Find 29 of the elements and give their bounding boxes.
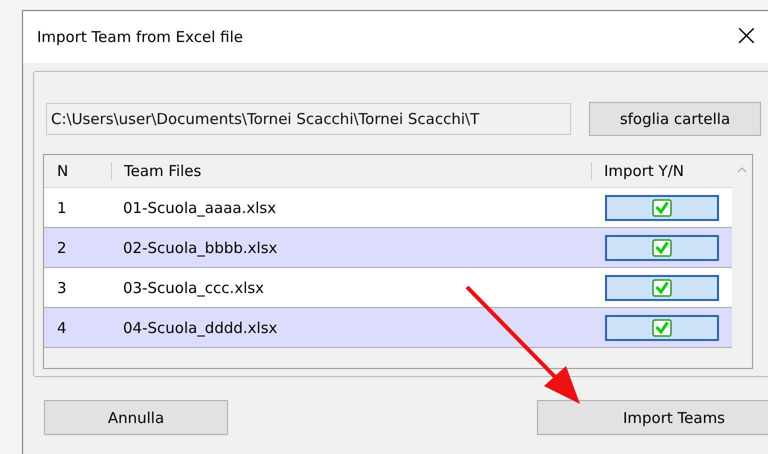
import-teams-button[interactable]: Import Teams bbox=[537, 400, 768, 435]
column-header[interactable]: Import Y/N bbox=[591, 162, 732, 180]
table-row[interactable]: 2 02-Scuola_bbbb.xlsx bbox=[44, 228, 732, 268]
table-cell-text: 02-Scuola_bbbb.xlsx bbox=[122, 238, 278, 256]
table-cell-text: 04-Scuola_dddd.xlsx bbox=[122, 318, 278, 336]
table-row[interactable]: 4 04-Scuola_dddd.xlsx bbox=[44, 308, 732, 348]
table-cell-text: 03-Scuola_ccc.xlsx bbox=[122, 278, 266, 296]
folder-path-field[interactable]: C:\Users\user\Documents\Tornei Scacchi\Tornei Scacchi\T bbox=[46, 103, 571, 135]
table-cell-text: 1 bbox=[56, 198, 68, 216]
checkbox-cell[interactable] bbox=[604, 234, 718, 260]
table-cell-text: 2 bbox=[56, 238, 68, 256]
browse-folder-button[interactable]: sfoglia cartella bbox=[589, 102, 761, 136]
table-cell-text: 01-Scuola_aaaa.xlsx bbox=[122, 198, 278, 216]
checkbox[interactable] bbox=[652, 198, 672, 216]
close-button[interactable]: × bbox=[734, 18, 768, 56]
table-row[interactable]: 1 01-Scuola_aaaa.xlsx bbox=[44, 188, 732, 228]
checkbox-cell[interactable] bbox=[604, 314, 718, 340]
column-header[interactable]: Team Files bbox=[111, 162, 591, 180]
checkbox[interactable] bbox=[652, 278, 672, 296]
checkbox-cell[interactable] bbox=[604, 194, 718, 220]
checkbox-cell[interactable] bbox=[604, 274, 718, 300]
table-row[interactable]: 3 03-Scuola_ccc.xlsx bbox=[44, 268, 732, 308]
cancel-button[interactable]: Annulla bbox=[44, 400, 228, 435]
window-title: Import Team from Excel file bbox=[37, 28, 243, 46]
checkbox[interactable] bbox=[652, 318, 672, 336]
table-cell-text: 4 bbox=[56, 318, 68, 336]
checkbox[interactable] bbox=[652, 238, 672, 256]
column-header[interactable]: N bbox=[44, 162, 111, 180]
table-cell-text: 3 bbox=[56, 278, 68, 296]
